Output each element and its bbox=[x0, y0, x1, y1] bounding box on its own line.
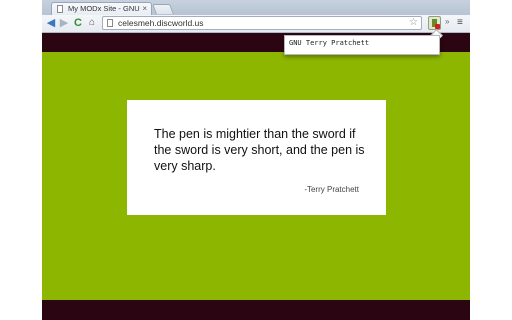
back-icon[interactable]: ◀ bbox=[45, 17, 57, 29]
page-content: The pen is mightier than the sword if th… bbox=[42, 33, 470, 320]
forward-icon[interactable]: ▶ bbox=[58, 17, 70, 29]
extension-button[interactable] bbox=[428, 16, 441, 30]
bookmark-star-icon[interactable]: ☆ bbox=[409, 17, 418, 29]
home-icon[interactable]: ⌂ bbox=[86, 17, 98, 29]
close-icon[interactable]: × bbox=[142, 3, 147, 15]
tab-title: My MODx Site - GNU bbox=[68, 4, 140, 13]
reload-icon[interactable]: C bbox=[72, 17, 84, 29]
browser-window: My MODx Site - GNU × ◀ ▶ C ⌂ celesmeh.di… bbox=[42, 0, 470, 320]
new-tab-button[interactable] bbox=[152, 4, 174, 14]
tab-strip: My MODx Site - GNU × bbox=[42, 0, 470, 15]
toolbar: ◀ ▶ C ⌂ celesmeh.discworld.us ☆ » ≡ bbox=[42, 15, 470, 33]
quote-text: The pen is mightier than the sword if th… bbox=[154, 127, 365, 173]
quote-author: -Terry Pratchett bbox=[304, 185, 359, 194]
extension-popup: GNU Terry Pratchett bbox=[284, 35, 440, 55]
page-icon bbox=[57, 5, 63, 13]
page-icon bbox=[107, 19, 113, 27]
tab-active[interactable]: My MODx Site - GNU × bbox=[51, 2, 152, 15]
menu-icon[interactable]: ≡ bbox=[457, 16, 463, 29]
footer-band bbox=[42, 300, 470, 320]
overflow-chevron-icon[interactable]: » bbox=[445, 17, 449, 26]
url-text[interactable]: celesmeh.discworld.us bbox=[118, 17, 204, 29]
quote-card: The pen is mightier than the sword if th… bbox=[127, 100, 386, 215]
address-bar[interactable]: celesmeh.discworld.us ☆ bbox=[102, 16, 422, 30]
popup-text: GNU Terry Pratchett bbox=[289, 39, 370, 47]
